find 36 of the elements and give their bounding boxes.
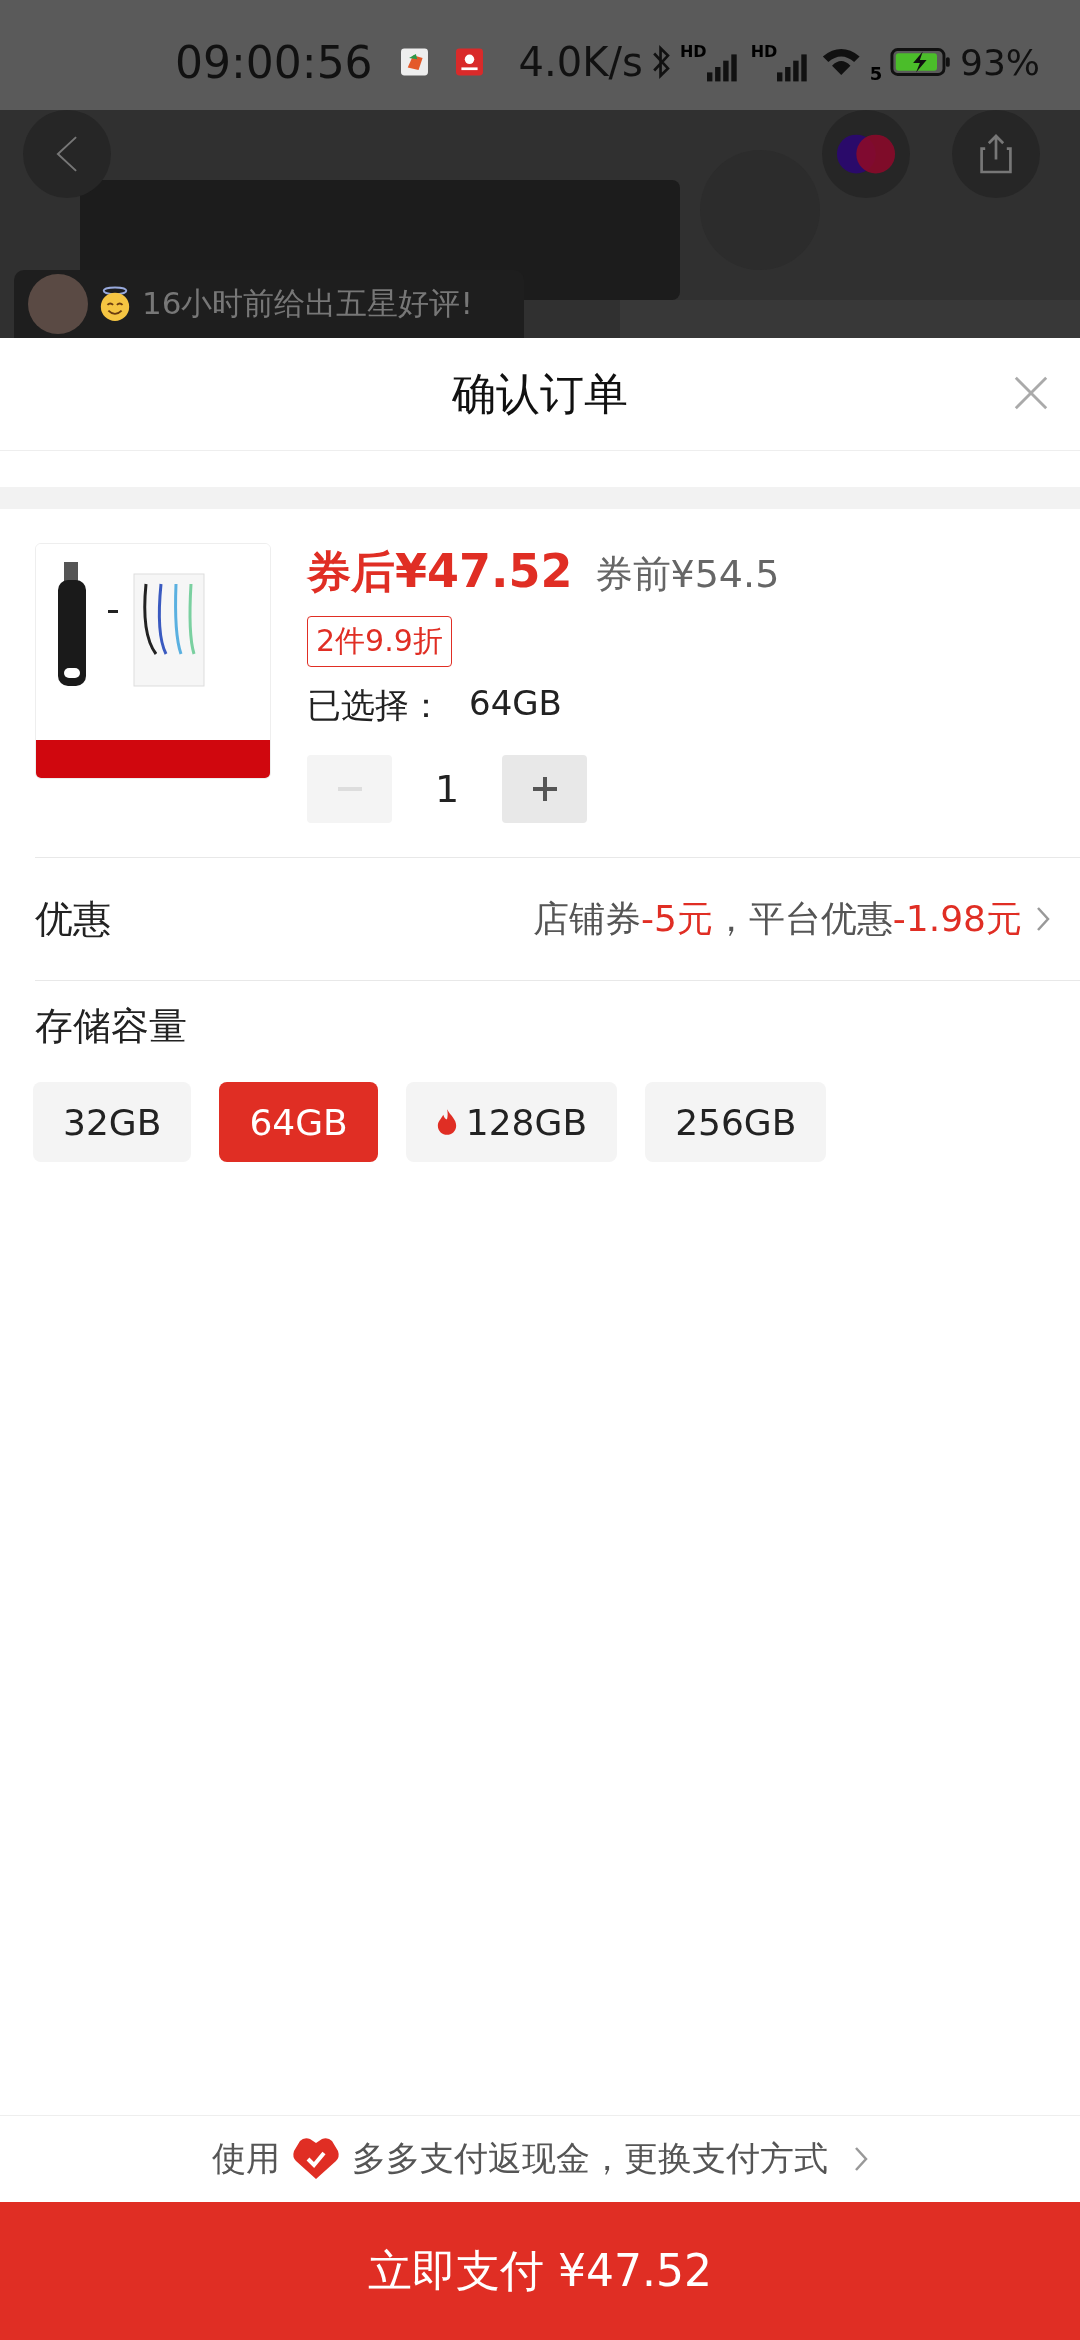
promo-tag: 2件9.9折 (307, 616, 452, 667)
increase-button[interactable] (502, 755, 587, 823)
close-button[interactable] (1012, 374, 1050, 412)
sheet-title: 确认订单 (452, 366, 628, 421)
signal-label: HD (679, 42, 707, 61)
payment-method-link[interactable]: 多多支付返现金，更换支付方式 (352, 2136, 828, 2182)
pay-now-button[interactable]: 立即支付 ¥47.52 (0, 2202, 1080, 2340)
wifi-icon (821, 46, 862, 78)
battery-level: 93% (960, 41, 1040, 83)
overlapping-circles-icon (835, 132, 897, 176)
smiley-halo-icon (98, 286, 132, 322)
selected-value: 64GB (469, 683, 562, 725)
discount-summary[interactable]: 店铺券-5元，平台优惠-1.98元 (532, 894, 1022, 944)
chevron-icon (854, 2146, 868, 2172)
selected-label: 已选择： (307, 684, 443, 727)
heart-check-icon (292, 2137, 340, 2181)
avatar-icon (28, 274, 88, 334)
bluetooth-icon (650, 42, 672, 82)
payment-hint: 使用 (212, 2137, 280, 2180)
flame-icon (435, 1108, 458, 1136)
status-time: 09:00:56 (175, 36, 373, 88)
capacity-option[interactable]: 128GB (405, 1082, 618, 1162)
review-text: 16小时前给出五星好评! (142, 284, 473, 323)
signal-label: HD (750, 42, 778, 61)
chevron-icon (1036, 906, 1050, 932)
wifi-label: 5 (869, 63, 883, 84)
price-before-coupon: 券前¥54.5 (594, 551, 780, 598)
quantity-value: 1 (433, 767, 461, 811)
option-title: 存储容量 (34, 1003, 188, 1050)
capacity-option[interactable]: 64GB (219, 1082, 378, 1162)
discount-label: 优惠 (35, 895, 111, 943)
share-icon (978, 132, 1014, 176)
capacity-option[interactable]: 32GB (33, 1082, 192, 1162)
capacity-option[interactable]: 256GB (645, 1082, 827, 1162)
network-speed: 4.0K/s (518, 39, 643, 85)
price-after-coupon: 券后¥47.52 (307, 543, 573, 600)
